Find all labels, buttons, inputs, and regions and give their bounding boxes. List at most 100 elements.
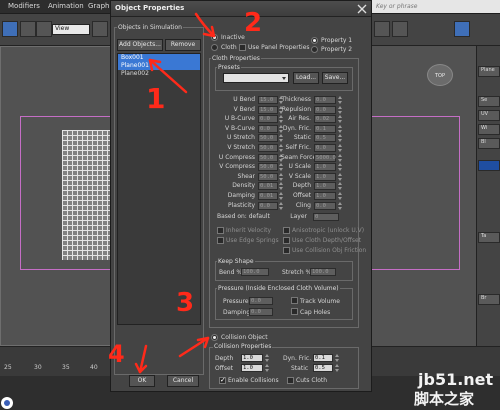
collision-object-radio[interactable] bbox=[211, 334, 218, 341]
dialog-titlebar[interactable]: Object Properties bbox=[111, 1, 371, 17]
enable-collisions-checkbox[interactable] bbox=[219, 376, 226, 384]
remove-button[interactable]: Remove bbox=[165, 39, 201, 51]
param-field[interactable]: 0.01 bbox=[258, 192, 278, 200]
spinner-icon[interactable] bbox=[335, 364, 339, 372]
snap-button[interactable] bbox=[374, 21, 390, 37]
param-field[interactable]: 15.0 bbox=[258, 105, 278, 114]
spinner-icon[interactable] bbox=[338, 163, 342, 172]
bend-pct-field[interactable]: 100.0 bbox=[241, 268, 269, 276]
use-cloth-depth-offset-checkbox[interactable] bbox=[283, 237, 290, 244]
save-button[interactable]: Save... bbox=[322, 72, 348, 84]
select-region-button[interactable] bbox=[20, 21, 36, 37]
param-field[interactable]: 0.0 bbox=[314, 201, 336, 210]
list-item[interactable]: Plane001 bbox=[118, 62, 200, 70]
named-selection-button[interactable] bbox=[454, 21, 470, 37]
param-field[interactable]: 50.0 bbox=[258, 153, 278, 162]
cuts-cloth-checkbox[interactable] bbox=[287, 377, 294, 384]
spinner-icon[interactable] bbox=[338, 105, 342, 114]
param-field[interactable]: 50.0 bbox=[258, 144, 278, 152]
spinner-icon[interactable] bbox=[265, 364, 269, 372]
anisotropic-checkbox[interactable] bbox=[283, 227, 290, 234]
rotate-button[interactable] bbox=[36, 21, 52, 37]
menu-modifiers[interactable]: Modifiers bbox=[8, 2, 40, 10]
modifier-stack-selected[interactable] bbox=[478, 160, 500, 171]
param-field[interactable]: 5000.0 bbox=[314, 153, 336, 162]
param-field[interactable]: 0.0 bbox=[258, 201, 278, 210]
search-input[interactable]: Key or phrase bbox=[372, 0, 500, 13]
viewcube[interactable]: TOP bbox=[427, 64, 453, 86]
spinner-icon[interactable] bbox=[338, 134, 342, 143]
param-field[interactable]: 0.01 bbox=[258, 182, 278, 191]
ok-button[interactable]: OK bbox=[129, 375, 155, 387]
param-field[interactable]: 50.0 bbox=[258, 172, 278, 181]
spinner-icon[interactable] bbox=[338, 144, 342, 152]
modifier-item[interactable]: Ta bbox=[478, 232, 500, 243]
modifier-item[interactable]: Br bbox=[478, 294, 500, 305]
param-field[interactable]: 1.0 bbox=[314, 163, 336, 172]
track-volume-checkbox[interactable] bbox=[291, 297, 298, 304]
inactive-radio[interactable] bbox=[211, 34, 218, 41]
pressure-group-label: Pressure (Inside Enclosed Cloth Volume) bbox=[217, 285, 340, 292]
cancel-button[interactable]: Cancel bbox=[167, 375, 199, 387]
menu-graph[interactable]: Graph bbox=[88, 2, 109, 10]
pressure-damping-field[interactable]: 0.0 bbox=[249, 308, 273, 316]
spinner-icon[interactable] bbox=[338, 182, 342, 191]
use-edge-springs-checkbox[interactable] bbox=[217, 237, 224, 244]
spinner-icon[interactable] bbox=[338, 172, 342, 181]
param-field[interactable]: 1.0 bbox=[314, 172, 336, 181]
render-button[interactable] bbox=[392, 21, 408, 37]
use-panel-properties-checkbox[interactable] bbox=[239, 44, 246, 51]
layer-field[interactable]: 0 bbox=[313, 213, 339, 221]
cloth-radio[interactable] bbox=[211, 44, 218, 51]
add-objects-button[interactable]: Add Objects... bbox=[117, 39, 163, 51]
use-collision-obj-friction-checkbox[interactable] bbox=[283, 247, 290, 254]
plane-grid-object[interactable] bbox=[62, 130, 112, 260]
spinner-icon[interactable] bbox=[338, 115, 342, 124]
presets-dropdown[interactable] bbox=[223, 73, 289, 83]
param-field[interactable]: 50.0 bbox=[258, 163, 278, 172]
param-field[interactable]: 50.0 bbox=[258, 134, 278, 143]
spinner-icon[interactable] bbox=[338, 192, 342, 200]
param-field[interactable]: 1.0 bbox=[314, 192, 336, 200]
spinner-icon[interactable] bbox=[335, 354, 339, 362]
collision-depth-field[interactable]: 1.0 bbox=[241, 354, 263, 362]
cap-holes-checkbox[interactable] bbox=[291, 308, 298, 315]
collision-offset-field[interactable]: 1.0 bbox=[241, 364, 263, 372]
reference-coordinate-select[interactable]: View bbox=[52, 24, 90, 35]
inherit-velocity-checkbox[interactable] bbox=[217, 227, 224, 234]
param-field[interactable]: 0.02 bbox=[314, 115, 336, 124]
param-field[interactable]: 0.1 bbox=[314, 124, 336, 133]
stretch-pct-field[interactable]: 100.0 bbox=[310, 268, 336, 276]
pressure-field[interactable]: 0.0 bbox=[249, 297, 273, 305]
list-item[interactable]: Box001 bbox=[118, 54, 200, 62]
param-field[interactable]: 0.0 bbox=[258, 115, 278, 124]
collision-dyn-fric-field[interactable]: 0.1 bbox=[313, 354, 333, 362]
param-field[interactable]: 0.5 bbox=[314, 134, 336, 143]
modifier-item[interactable]: Se bbox=[478, 96, 500, 107]
command-panel-name-field[interactable]: Plane bbox=[478, 66, 500, 77]
param-field[interactable]: 15.0 bbox=[258, 96, 278, 104]
spinner-icon[interactable] bbox=[338, 153, 342, 162]
close-icon[interactable] bbox=[357, 4, 367, 14]
select-move-button[interactable] bbox=[2, 21, 18, 37]
list-item[interactable]: Plane002 bbox=[118, 70, 200, 78]
load-button[interactable]: Load... bbox=[293, 72, 319, 84]
menu-animation[interactable]: Animation bbox=[48, 2, 84, 10]
spinner-icon[interactable] bbox=[338, 124, 342, 133]
pivot-button[interactable] bbox=[92, 21, 108, 37]
spinner-icon[interactable] bbox=[338, 96, 342, 104]
collision-static-field[interactable]: 0.5 bbox=[313, 364, 333, 372]
modifier-item[interactable]: Wi bbox=[478, 124, 500, 135]
param-field[interactable]: 1.0 bbox=[314, 182, 336, 191]
modifier-item[interactable]: Bl bbox=[478, 138, 500, 149]
param-field[interactable]: 0.0 bbox=[314, 105, 336, 114]
property2-radio[interactable] bbox=[311, 46, 318, 53]
param-field[interactable]: 0.0 bbox=[314, 96, 336, 104]
modifier-item[interactable]: UV bbox=[478, 110, 500, 121]
param-field[interactable]: 0.0 bbox=[258, 124, 278, 133]
inactive-label: Inactive bbox=[221, 34, 245, 41]
property1-radio[interactable] bbox=[311, 37, 318, 44]
param-field[interactable]: 0.0 bbox=[314, 144, 336, 152]
spinner-icon[interactable] bbox=[265, 354, 269, 362]
spinner-icon[interactable] bbox=[338, 201, 342, 210]
